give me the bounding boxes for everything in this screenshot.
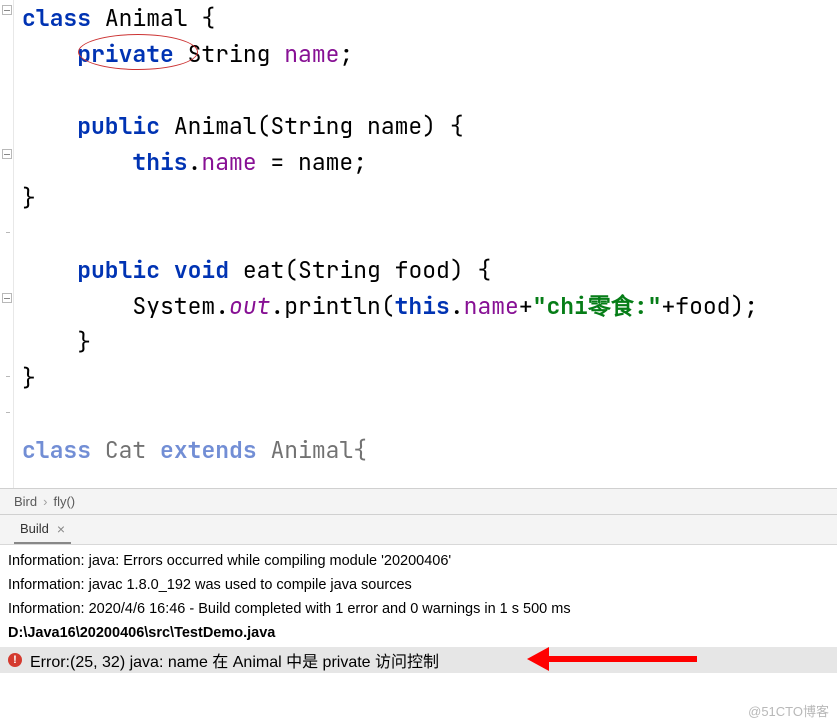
keyword-extends: extends: [160, 435, 257, 465]
code-line: public void eat(String food) {: [22, 252, 827, 288]
string-literal: "chi零食:": [533, 291, 662, 321]
code-line: class Animal {: [22, 0, 827, 36]
fold-end-icon: [6, 376, 10, 377]
code-line: class Cat extends Animal{: [22, 432, 827, 468]
build-message: Information: java: Errors occurred while…: [8, 549, 829, 573]
build-message: Information: javac 1.8.0_192 was used to…: [8, 573, 829, 597]
out-field: out: [229, 291, 270, 321]
fold-icon[interactable]: [2, 5, 12, 15]
code-line: private String name;: [22, 36, 827, 72]
breadcrumb[interactable]: Bird › fly(): [0, 488, 837, 515]
type: String: [188, 39, 271, 69]
tab-build[interactable]: Build ×: [14, 515, 71, 544]
method-sig: eat(String food): [243, 255, 464, 285]
keyword-public: public: [77, 111, 160, 141]
keyword-private: private: [77, 39, 174, 69]
code-line: }: [22, 324, 827, 360]
build-file-path[interactable]: D:\Java16\20200406\src\TestDemo.java: [8, 621, 829, 645]
field-name: name: [284, 39, 339, 69]
fold-end-icon: [6, 232, 10, 233]
sys: System.: [132, 291, 229, 321]
annotation-arrow: [547, 656, 697, 662]
field-name: name: [464, 291, 519, 321]
code-line: public Animal(String name) {: [22, 108, 827, 144]
fold-icon[interactable]: [2, 293, 12, 303]
code-editor[interactable]: class Animal { private String name; publ…: [0, 0, 837, 488]
code-line: }: [22, 180, 827, 216]
keyword-this: this: [132, 147, 187, 177]
code-line: [22, 72, 827, 108]
code-line: }: [22, 360, 827, 396]
gutter: [0, 0, 14, 488]
build-output[interactable]: Information: java: Errors occurred while…: [0, 545, 837, 647]
error-icon: !: [8, 653, 22, 667]
close-icon[interactable]: ×: [57, 521, 65, 537]
keyword-public: public: [77, 255, 160, 285]
keyword-void: void: [174, 255, 229, 285]
chevron-right-icon: ›: [43, 494, 47, 509]
class-name: Animal: [105, 3, 188, 33]
keyword-this: this: [395, 291, 450, 321]
fold-icon[interactable]: [2, 149, 12, 159]
keyword-class: class: [22, 3, 91, 33]
println: .println(: [270, 291, 394, 321]
plus-food: +food);: [661, 291, 758, 321]
assign: = name;: [257, 147, 367, 177]
build-message: Information: 2020/4/6 16:46 - Build comp…: [8, 597, 829, 621]
breadcrumb-item[interactable]: Bird: [14, 494, 37, 509]
code-line: System.out.println(this.name+"chi零食:"+fo…: [22, 288, 827, 324]
constructor-sig: Animal(String name): [174, 111, 436, 141]
watermark: @51CTO博客: [748, 701, 829, 720]
field-name: name: [201, 147, 256, 177]
code-line: [22, 216, 827, 252]
code-line: this.name = name;: [22, 144, 827, 180]
fold-end-icon: [6, 412, 10, 413]
breadcrumb-item[interactable]: fly(): [53, 494, 75, 509]
code-line: [22, 396, 827, 432]
panel-tabs: Build ×: [0, 515, 837, 545]
plus: +: [519, 291, 533, 321]
error-line[interactable]: ! Error:(25, 32) java: name 在 Animal 中是 …: [0, 647, 837, 673]
keyword-class: class: [22, 435, 91, 465]
tab-label: Build: [20, 521, 49, 536]
error-text: Error:(25, 32) java: name 在 Animal 中是 pr…: [30, 648, 439, 672]
